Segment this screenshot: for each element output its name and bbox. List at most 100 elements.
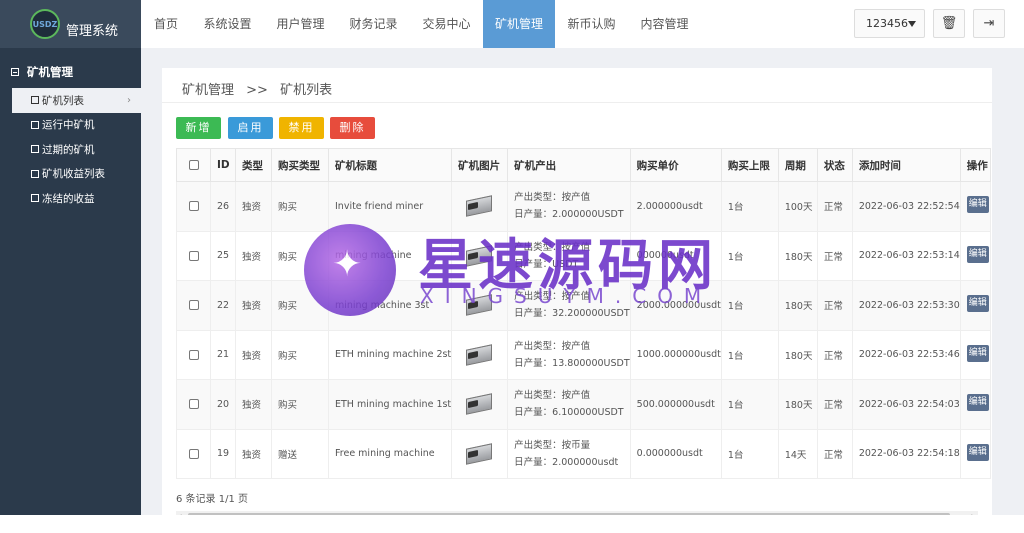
list-icon [31,96,39,105]
cell-cycle: 14天 [777,428,818,479]
checkbox-icon [188,160,199,170]
collapse-icon [11,68,19,76]
column-header: ID [210,148,236,182]
list-icon [31,120,39,129]
cell-cycle: 180天 [777,379,818,430]
miner-table: ID 类型 购买类型 矿机标题 矿机图片 矿机产出 购买单价 购买上限 周期 状… [176,148,991,479]
user-dropdown[interactable]: 123456 [854,9,925,38]
edit-button[interactable]: 编辑 [966,443,989,461]
enable-button[interactable]: 启用 [228,117,273,139]
miner-image [464,394,494,414]
table-row: 25 独资 购买 mining machine 产出类型：按产值 日产量：USDT 0000… [176,230,991,281]
cell-status: 正常 [816,379,853,430]
sidebar-item-label: 过期的矿机 [42,143,95,156]
cell-title: ETH mining machine 2st [327,329,453,380]
table-header-row: ID 类型 购买类型 矿机标题 矿机图片 矿机产出 购买单价 购买上限 周期 状… [176,148,991,182]
column-header: 添加时间 [851,148,961,182]
tab-new-coin[interactable]: 新币认购 [555,0,628,48]
cell-time: 2022-06-03 22:54:18 [851,428,961,479]
tab-system-settings[interactable]: 系统设置 [191,0,264,48]
miner-image [464,345,494,365]
cell-image [451,181,509,232]
tab-content-management[interactable]: 内容管理 [628,0,701,48]
cell-title: Free mining machine [327,428,453,479]
sidebar-item-label: 矿机列表 [42,94,84,107]
cell-buy-type: 购买 [271,230,329,281]
output-daily: 日产量：2.000000USDT [514,209,624,221]
cell-status: 正常 [816,280,853,331]
column-header: 矿机标题 [327,148,453,182]
breadcrumb-parent[interactable]: 矿机管理 [182,83,234,98]
column-header: 操作 [959,148,991,182]
cell-limit: 1台 [720,428,779,479]
disable-button[interactable]: 禁用 [279,117,324,139]
table-row: 19 独资 赠送 Free mining machine 产出类型：按币量 日产量：2.0… [176,428,991,479]
row-checkbox[interactable] [176,329,211,380]
edit-button[interactable]: 编辑 [966,394,989,412]
edit-button[interactable]: 编辑 [966,344,989,362]
cell-id: 21 [210,329,236,380]
tab-finance-records[interactable]: 财务记录 [337,0,410,48]
table-row: 26 独资 购买 Invite friend miner 产出类型：按产值 日产量：2.0… [176,181,991,232]
select-all-checkbox[interactable] [176,148,211,182]
cell-type: 独资 [235,280,272,331]
output-daily: 日产量：6.100000USDT [514,407,624,419]
cell-id: 19 [210,428,236,479]
cell-output: 产出类型：按产值 日产量：6.100000USDT [507,379,631,430]
tab-trade-center[interactable]: 交易中心 [410,0,483,48]
cell-title: mining machine 3st [327,280,453,331]
tab-home[interactable]: 首页 [141,0,191,48]
row-checkbox[interactable] [176,280,211,331]
checkbox-icon [188,448,199,459]
add-button[interactable]: 新增 [176,117,221,139]
clear-cache-button[interactable]: 🗑 [933,9,965,38]
sidebar-item-miner-list[interactable]: 矿机列表 › [12,88,141,113]
edit-button[interactable]: 编辑 [966,245,989,263]
row-checkbox[interactable] [176,379,211,430]
cell-type: 独资 [235,428,272,479]
row-checkbox[interactable] [176,428,211,479]
cell-price: 500.000000usdt [629,379,722,430]
cell-limit: 1台 [720,379,779,430]
sidebar-item-miner-income[interactable]: 矿机收益列表 [0,162,141,187]
output-daily: 日产量：32.200000USDT [514,308,630,320]
sidebar: USDZ 管理系统 矿机管理 矿机列表 › 运行中矿机 过期的矿机 矿机收益列表… [0,0,141,515]
cell-price: 0.000000usdt [629,428,722,479]
column-header: 购买单价 [629,148,722,182]
list-icon [31,169,39,178]
sidebar-item-frozen-income[interactable]: 冻结的收益 [0,186,141,211]
column-header: 购买类型 [271,148,329,182]
sidebar-item-label: 矿机收益列表 [42,168,105,181]
cell-status: 正常 [816,181,853,232]
sidebar-section-mining[interactable]: 矿机管理 [0,48,141,88]
edit-button[interactable]: 编辑 [966,196,989,214]
cell-time: 2022-06-03 22:54:03 [851,379,961,430]
edit-button[interactable]: 编辑 [966,295,989,313]
tab-user-management[interactable]: 用户管理 [264,0,337,48]
sidebar-item-expired-miners[interactable]: 过期的矿机 [0,137,141,162]
list-icon [31,194,39,203]
sidebar-item-running-miners[interactable]: 运行中矿机 [0,113,141,138]
cell-output: 产出类型：按产值 日产量：2.000000USDT [507,181,631,232]
cell-title: ETH mining machine 1st [327,379,453,430]
breadcrumb-current: 矿机列表 [280,83,333,98]
delete-button[interactable]: 删除 [330,117,375,139]
cell-price: 2.000000usdt [629,181,722,232]
row-checkbox[interactable] [176,181,211,232]
cell-actions: 编辑 [959,230,991,281]
cell-id: 20 [210,379,236,430]
logo-mark: USDZ [30,9,60,39]
trash-icon: 🗑 [940,16,958,31]
output-daily: 日产量：USDT [514,258,579,270]
tab-miner-management[interactable]: 矿机管理 [483,0,555,48]
table-row: 20 独资 购买 ETH mining machine 1st 产出类型：按产值 日产量：… [176,379,991,430]
column-header: 矿机产出 [507,148,631,182]
row-checkbox[interactable] [176,230,211,281]
sidebar-section-label: 矿机管理 [27,65,73,79]
cell-limit: 1台 [720,280,779,331]
cell-price: 2000.000000usdt [629,280,722,331]
logout-button[interactable]: ⇥ [973,9,1005,38]
cell-image [451,428,509,479]
cell-type: 独资 [235,329,272,380]
cell-output: 产出类型：按产值 日产量：13.800000USDT [507,329,631,380]
